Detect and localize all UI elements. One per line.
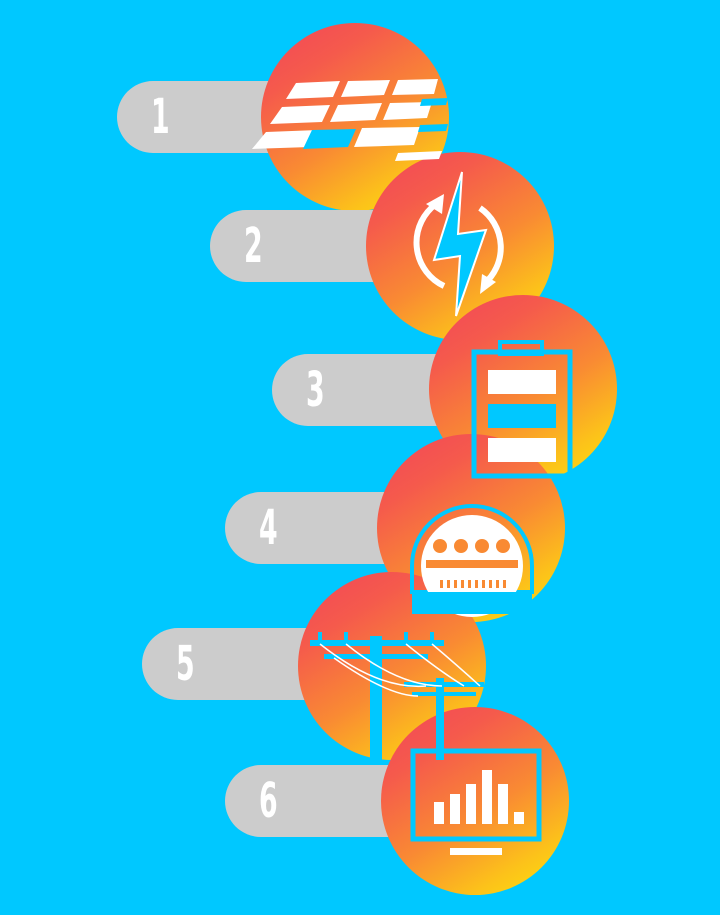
energy-cycle-icon <box>413 171 504 317</box>
power-line-icon <box>310 632 484 760</box>
step-5-number: 5 <box>176 636 195 692</box>
monitor-chart-icon <box>410 748 542 855</box>
step-4-number: 4 <box>259 500 278 556</box>
battery-icon <box>471 340 573 479</box>
step-2-number: 2 <box>244 218 263 274</box>
electric-meter-icon <box>410 504 534 617</box>
step-6-number: 6 <box>259 773 278 829</box>
step-1-number: 1 <box>151 89 170 145</box>
step-3-number: 3 <box>306 362 325 418</box>
solar-panel-icon <box>252 79 448 161</box>
